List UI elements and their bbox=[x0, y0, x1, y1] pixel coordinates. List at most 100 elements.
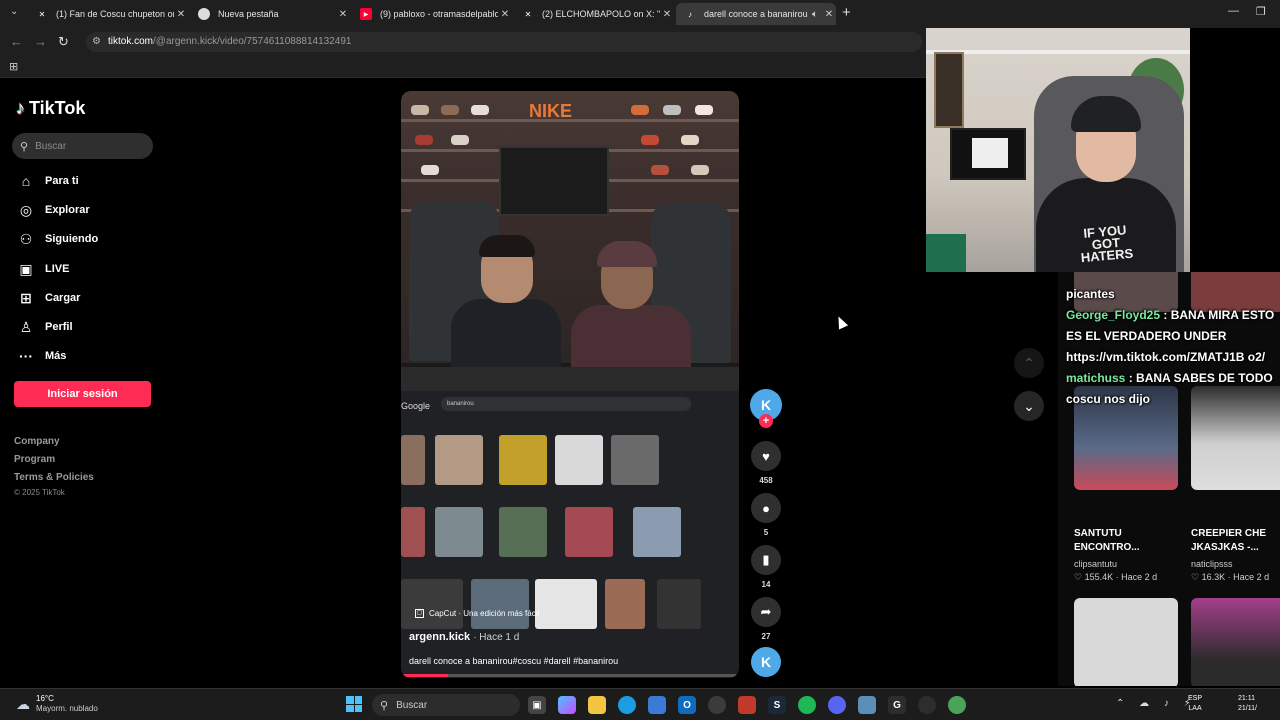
browser-tab[interactable]: Nueva pestaña ✕ bbox=[190, 3, 350, 25]
sound-avatar[interactable]: K bbox=[751, 647, 781, 677]
site-info-icon[interactable]: ⚙ bbox=[92, 32, 101, 52]
restore-window-icon[interactable]: ❐ bbox=[1256, 5, 1266, 18]
new-tab-button[interactable]: + bbox=[842, 4, 851, 21]
bookmark-icon: ▮ bbox=[762, 552, 770, 567]
windows-start-icon[interactable] bbox=[346, 696, 362, 712]
video-player[interactable]: NIKE Google bananirou ▢ CapCut · Una edi… bbox=[401, 91, 739, 678]
next-video-button[interactable]: ⌄ bbox=[1014, 391, 1044, 421]
reload-icon[interactable]: ↻ bbox=[58, 34, 69, 50]
speaker-icon[interactable]: 🔈︎ bbox=[808, 9, 822, 20]
close-tab-icon[interactable]: ✕ bbox=[174, 9, 188, 20]
share-button[interactable]: ➦ bbox=[751, 597, 781, 627]
close-tab-icon[interactable]: ✕ bbox=[822, 9, 836, 20]
x-logo-icon: ✕ bbox=[524, 9, 532, 19]
nav-label: LIVE bbox=[45, 263, 70, 275]
search-input[interactable] bbox=[35, 140, 136, 152]
search-box[interactable]: ⚲ bbox=[12, 133, 153, 159]
capcut-label[interactable]: ▢ CapCut · Una edición más fácil bbox=[415, 609, 539, 618]
store-icon[interactable] bbox=[648, 696, 666, 714]
nav-item-mas[interactable]: ··· Más bbox=[16, 346, 66, 366]
url-field[interactable]: ⚙ tiktok.com/@argenn.kick/video/75746110… bbox=[86, 32, 922, 52]
app-icon[interactable] bbox=[738, 696, 756, 714]
more-icon: ··· bbox=[19, 348, 33, 364]
chat-message: matichuss : BANA SABES DE TODO bbox=[1066, 371, 1273, 385]
chat-message: picantes bbox=[1066, 287, 1115, 301]
upload-icon: ⊞ bbox=[20, 289, 32, 306]
profile-icon: ♙ bbox=[19, 318, 33, 335]
browser-tab[interactable]: ▶ (9) pabloxo - otramasdelpablo ✕ bbox=[352, 3, 512, 25]
spotify-icon[interactable] bbox=[798, 696, 816, 714]
weather-widget[interactable]: ☁ 16°C Mayorm. nublado bbox=[16, 694, 98, 714]
capcut-text: CapCut · Una edición más fácil bbox=[429, 609, 540, 618]
previous-video-button[interactable]: ⌃ bbox=[1014, 348, 1044, 378]
related-video-thumb[interactable] bbox=[1074, 598, 1178, 686]
login-button[interactable]: Iniciar sesión bbox=[14, 381, 151, 407]
related-title[interactable]: CREEPIER CHE JKASJKAS -... bbox=[1191, 527, 1279, 555]
heart-icon: ♥ bbox=[762, 448, 770, 464]
close-tab-icon[interactable]: ✕ bbox=[498, 9, 512, 20]
address-bar-row: ← → ↻ ⚙ tiktok.com/@argenn.kick/video/75… bbox=[0, 28, 926, 56]
language-indicator[interactable]: ESP LAA bbox=[1188, 694, 1202, 714]
clock[interactable]: 21:11 21/11/ bbox=[1238, 694, 1257, 714]
tab-search-icon[interactable]: ⌄ bbox=[10, 6, 18, 17]
close-tab-icon[interactable]: ✕ bbox=[660, 9, 674, 20]
footer-link-company[interactable]: Company bbox=[14, 436, 60, 447]
close-tab-icon[interactable]: ✕ bbox=[336, 9, 350, 20]
outlook-icon[interactable]: O bbox=[678, 696, 696, 714]
apps-grid-icon[interactable]: ⊞ bbox=[9, 60, 18, 73]
browser-tab[interactable]: ✕ (2) ELCHOMBAPOLO on X: "htt ✕ bbox=[514, 3, 674, 25]
app-icon[interactable]: G bbox=[888, 696, 906, 714]
related-videos-panel: SANTUTU ENCONTRO... clipsantutu ♡ 155.4K… bbox=[1058, 272, 1280, 686]
nav-label: Más bbox=[45, 350, 67, 362]
video-caption[interactable]: darell conoce a bananirou#coscu #darell … bbox=[409, 656, 618, 666]
app-icon[interactable] bbox=[858, 696, 876, 714]
windows-taskbar: ☁ 16°C Mayorm. nublado ⚲ Buscar ▣ O S G … bbox=[0, 688, 1280, 720]
related-author[interactable]: clipsantutu bbox=[1074, 559, 1117, 569]
minimize-window-icon[interactable]: — bbox=[1228, 5, 1239, 17]
edge-icon[interactable] bbox=[618, 696, 636, 714]
follow-plus-icon[interactable]: + bbox=[759, 414, 773, 428]
nav-item-siguiendo[interactable]: ⚇ Siguiendo bbox=[16, 229, 98, 249]
browser-tab[interactable]: ✕ (1) Fan de Coscu chupeton on X ✕ bbox=[28, 3, 188, 25]
footer-link-terms[interactable]: Terms & Policies bbox=[14, 472, 94, 483]
save-button[interactable]: ▮ bbox=[751, 545, 781, 575]
task-view-icon[interactable]: ▣ bbox=[528, 696, 546, 714]
comment-count: 5 bbox=[763, 528, 769, 537]
app-icon[interactable] bbox=[918, 696, 936, 714]
forward-icon[interactable]: → bbox=[34, 34, 47, 49]
mouse-cursor-icon bbox=[833, 314, 849, 330]
temperature: 16°C bbox=[36, 694, 54, 703]
nav-item-perfil[interactable]: ♙ Perfil bbox=[16, 317, 73, 337]
chevron-down-icon: ⌄ bbox=[1023, 397, 1035, 414]
nav-item-live[interactable]: ▣ LIVE bbox=[16, 259, 69, 279]
nav-item-explorar[interactable]: ◎ Explorar bbox=[16, 200, 90, 220]
chrome-taskbar-icon[interactable] bbox=[708, 696, 726, 714]
related-video-thumb[interactable] bbox=[1191, 598, 1280, 686]
related-title[interactable]: SANTUTU ENCONTRO... bbox=[1074, 527, 1170, 555]
back-icon[interactable]: ← bbox=[10, 34, 23, 49]
nav-item-cargar[interactable]: ⊞ Cargar bbox=[16, 288, 80, 308]
nav-item-para-ti[interactable]: ⌂ Para ti bbox=[16, 171, 79, 191]
taskbar-search[interactable]: ⚲ Buscar bbox=[372, 694, 520, 716]
google-logo: Google bbox=[401, 401, 431, 411]
shirt-print: IF YOU GOT HATERS bbox=[1080, 222, 1134, 266]
related-author[interactable]: naticlipsss bbox=[1191, 559, 1233, 569]
steam-icon[interactable]: S bbox=[768, 696, 786, 714]
footer-link-program[interactable]: Program bbox=[14, 454, 55, 465]
copilot-icon[interactable] bbox=[558, 696, 576, 714]
tiktok-logo[interactable]: ♪ TikTok bbox=[16, 98, 85, 119]
bookmarks-bar: ⊞ bbox=[0, 56, 926, 78]
like-button[interactable]: ♥ bbox=[751, 441, 781, 471]
video-author[interactable]: argenn.kick · Hace 1 d bbox=[409, 631, 519, 643]
video-progress-bar[interactable] bbox=[401, 674, 739, 677]
comment-button[interactable]: ● bbox=[751, 493, 781, 523]
author-name[interactable]: argenn.kick bbox=[409, 631, 470, 643]
app-icon[interactable] bbox=[948, 696, 966, 714]
browser-tab-active[interactable]: ♪ darell conoce a bananirou 🔈︎ ✕ bbox=[676, 3, 836, 25]
discord-icon[interactable] bbox=[828, 696, 846, 714]
weather-condition: Mayorm. nublado bbox=[36, 704, 98, 713]
x-logo-icon: ✕ bbox=[38, 9, 46, 19]
home-icon: ⌂ bbox=[21, 173, 31, 189]
system-tray[interactable]: ⌃ ☁ ♪ ⚡ bbox=[1116, 698, 1197, 709]
file-explorer-icon[interactable] bbox=[588, 696, 606, 714]
